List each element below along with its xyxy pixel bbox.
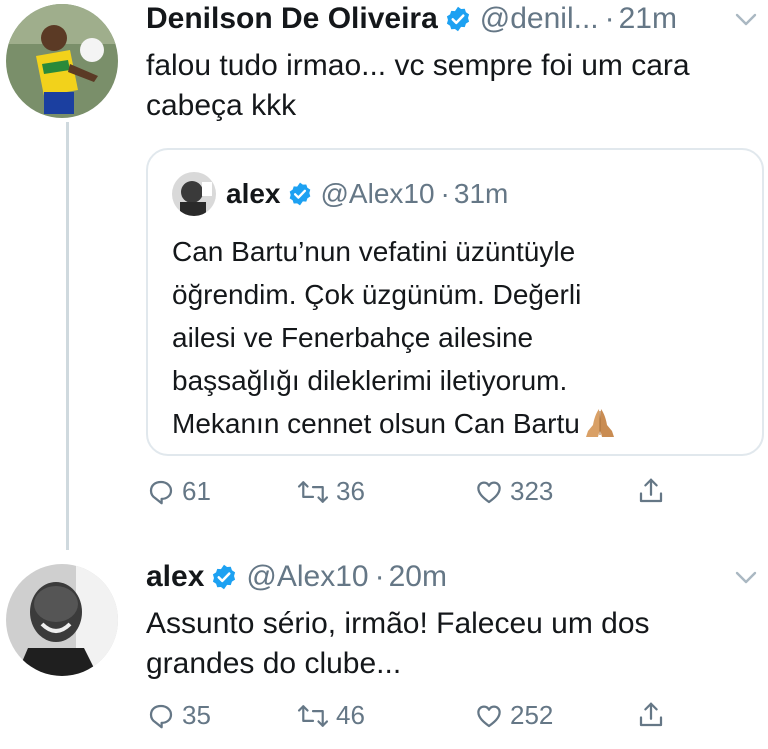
quoted-separator: · <box>440 178 450 209</box>
reply-button[interactable]: 61 <box>146 476 211 507</box>
quoted-text-line-last: Mekanın cennet olsun Can Bartu <box>172 402 742 445</box>
like-button[interactable]: 323 <box>474 476 553 507</box>
tweet2-separator: · <box>374 560 385 593</box>
avatar-alex[interactable] <box>6 564 118 676</box>
share-button[interactable] <box>636 700 672 730</box>
thread-connector-line <box>66 122 69 550</box>
reply-icon <box>146 701 182 731</box>
retweet-button[interactable]: 36 <box>296 476 365 507</box>
retweet-count: 36 <box>336 476 365 506</box>
like-button[interactable]: 252 <box>474 700 553 731</box>
avatar-denilson[interactable] <box>6 4 118 118</box>
reply-count: 35 <box>182 700 211 730</box>
tweet2-actions: 35 46 252 <box>146 700 676 740</box>
tweet2-text-line: Assunto sério, irmão! Faleceu um dos <box>146 607 650 640</box>
reply-count: 61 <box>182 476 211 506</box>
quoted-tweet-card[interactable]: alex @Alex10 · 31m Can Bartu’nun vefatin… <box>146 148 764 456</box>
retweet-count: 46 <box>336 700 365 730</box>
heart-icon <box>474 701 510 731</box>
quoted-display-name[interactable]: alex <box>226 178 281 210</box>
tweet2-timestamp[interactable]: 20m <box>389 560 447 594</box>
tweet1-text: falou tudo irmao... vc sempre foi um car… <box>146 46 736 126</box>
reply-icon <box>146 477 182 507</box>
quoted-text-line: Mekanın cennet olsun Can Bartu <box>172 408 580 439</box>
folded-hands-icon <box>582 407 618 439</box>
share-icon <box>636 476 672 506</box>
tweet1-separator: · <box>604 2 615 35</box>
tweet1-timestamp[interactable]: 21m <box>619 2 677 36</box>
retweet-icon <box>296 477 336 507</box>
tweet1-header: Denilson De Oliveira @denil... · 21m <box>146 2 677 36</box>
quoted-handle[interactable]: @Alex10 <box>321 178 435 210</box>
retweet-icon <box>296 701 336 731</box>
quoted-text-line: ailesi ve Fenerbahçe ailesine <box>172 322 534 353</box>
like-count: 252 <box>510 700 554 730</box>
chevron-down-icon[interactable] <box>734 12 758 28</box>
quoted-text-line: başsağlığı dileklerimi iletiyorum. <box>172 365 568 396</box>
like-count: 323 <box>510 476 554 506</box>
share-icon <box>636 700 672 730</box>
tweet1-text-line: falou tudo irmao... vc sempre foi um car… <box>146 49 690 82</box>
chevron-down-icon[interactable] <box>734 570 758 586</box>
tweet1-handle[interactable]: @denil... <box>480 2 599 36</box>
verified-badge-icon <box>210 563 238 591</box>
verified-badge-icon <box>287 181 313 207</box>
tweet1-actions: 61 36 323 <box>146 476 676 516</box>
tweet2-text: Assunto sério, irmão! Faleceu um dos gra… <box>146 604 736 684</box>
quoted-tweet-header: alex @Alex10 · 31m <box>172 172 508 216</box>
heart-icon <box>474 477 510 507</box>
tweet1-display-name[interactable]: Denilson De Oliveira <box>146 2 438 36</box>
verified-badge-icon <box>444 5 472 33</box>
tweet2-text-line: grandes do clube... <box>146 647 402 680</box>
tweet2-handle[interactable]: @Alex10 <box>246 560 368 594</box>
quoted-text-line: Can Bartu’nun vefatini üzüntüyle <box>172 236 576 267</box>
retweet-button[interactable]: 46 <box>296 700 365 731</box>
tweet1-text-line: cabeça kkk <box>146 89 297 122</box>
avatar-alex-small <box>172 172 216 216</box>
tweet2-display-name[interactable]: alex <box>146 560 204 594</box>
quoted-tweet-text: Can Bartu’nun vefatini üzüntüyle öğrendi… <box>172 230 742 445</box>
reply-button[interactable]: 35 <box>146 700 211 731</box>
quoted-timestamp[interactable]: 31m <box>454 178 508 210</box>
quoted-text-line: öğrendim. Çok üzgünüm. Değerli <box>172 279 582 310</box>
tweet2-header: alex @Alex10 · 20m <box>146 560 447 594</box>
share-button[interactable] <box>636 476 672 506</box>
